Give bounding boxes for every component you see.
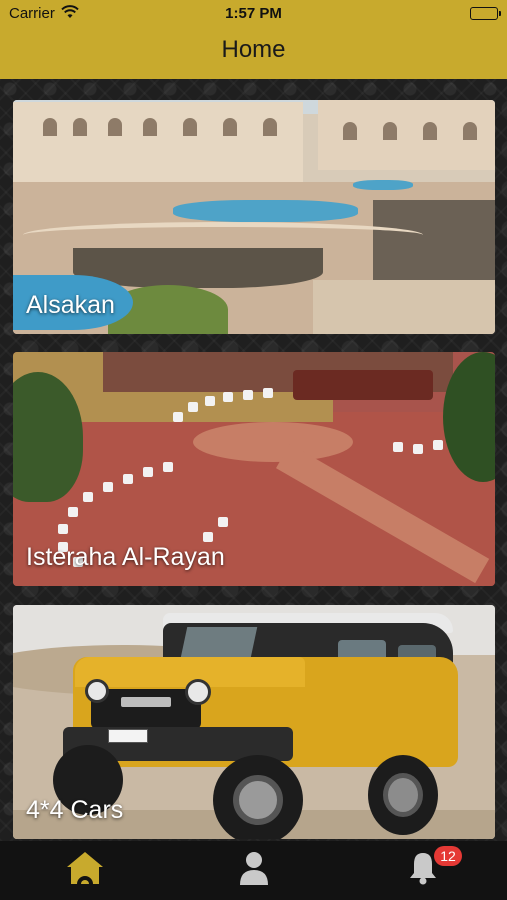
status-bar: Carrier 1:57 PM — [0, 0, 507, 28]
card-title: 4*4 Cars — [26, 796, 124, 824]
page-title: Home — [221, 36, 286, 63]
battery-icon — [470, 7, 501, 20]
card-title: Isteraha Al-Rayan — [26, 543, 225, 571]
tab-profile[interactable] — [169, 841, 338, 900]
home-icon — [66, 851, 104, 890]
resort-building-image — [13, 102, 303, 184]
category-card-alsakan[interactable]: Alsakan — [13, 100, 495, 334]
tab-home[interactable] — [0, 841, 169, 900]
notification-badge: 12 — [434, 846, 462, 866]
bell-icon — [408, 851, 438, 890]
person-icon — [239, 851, 269, 890]
tab-notifications[interactable]: 12 — [338, 841, 507, 900]
card-title: Alsakan — [26, 291, 115, 319]
tab-bar: 12 — [0, 841, 507, 900]
app-header: Carrier 1:57 PM Home — [0, 0, 507, 79]
category-card-cars[interactable]: 4*4 Cars — [13, 605, 495, 839]
category-list: Alsakan Isteraha Al-Rayan 4*4 Cars — [0, 79, 507, 841]
category-card-isteraha[interactable]: Isteraha Al-Rayan — [13, 352, 495, 586]
clock: 1:57 PM — [225, 5, 282, 22]
